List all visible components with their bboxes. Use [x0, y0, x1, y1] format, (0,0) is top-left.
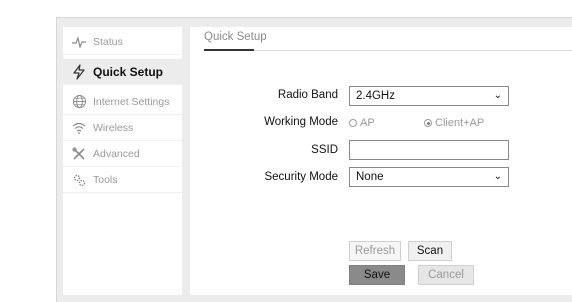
security-mode-value: None	[356, 171, 384, 183]
radio-band-label: Radio Band	[277, 89, 338, 101]
sidebar-item-wireless[interactable]: Wireless	[63, 115, 182, 141]
working-mode-client-ap-radio[interactable]: Client+AP	[424, 117, 484, 129]
sidebar-item-label: Advanced	[93, 147, 140, 160]
pulse-icon	[71, 34, 87, 50]
chevron-down-icon: ⌄	[493, 90, 502, 101]
radio-label: Client+AP	[435, 117, 485, 129]
tab-quick-setup[interactable]: Quick Setup	[204, 31, 267, 43]
ssid-label: SSID	[311, 144, 338, 156]
wifi-icon	[71, 120, 87, 136]
cancel-button[interactable]: Cancel	[418, 265, 474, 285]
refresh-button[interactable]: Refresh	[349, 241, 401, 261]
working-mode-ap-radio[interactable]: AP	[349, 117, 375, 129]
lightning-icon	[71, 63, 87, 80]
sidebar-item-label: Internet Settings	[93, 95, 170, 108]
radio-band-value: 2.4GHz	[356, 90, 395, 102]
security-mode-select[interactable]: None ⌄	[349, 167, 509, 187]
sidebar: Status Quick Setup Internet Settings Wir…	[63, 27, 182, 295]
sidebar-item-quick-setup[interactable]: Quick Setup	[63, 59, 182, 85]
radio-label: AP	[360, 117, 375, 129]
sidebar-item-label: Status	[93, 35, 123, 48]
globe-icon	[71, 94, 87, 110]
security-mode-label: Security Mode	[264, 171, 338, 183]
ssid-input[interactable]	[349, 140, 509, 160]
tools-cross-icon	[71, 146, 87, 162]
sidebar-item-label: Quick Setup	[93, 64, 164, 79]
gears-icon	[71, 172, 87, 188]
chevron-down-icon: ⌄	[493, 171, 502, 182]
main-panel: Quick Setup Radio Band 2.4GHz ⌄ Working …	[190, 27, 572, 295]
save-button[interactable]: Save	[349, 265, 405, 285]
sidebar-item-tools[interactable]: Tools	[63, 167, 182, 193]
sidebar-item-label: Wireless	[93, 121, 134, 134]
tab-active-indicator	[204, 49, 254, 51]
sidebar-item-advanced[interactable]: Advanced	[63, 141, 182, 167]
sidebar-item-internet-settings[interactable]: Internet Settings	[63, 89, 182, 115]
sidebar-item-label: Tools	[93, 173, 118, 186]
scan-button[interactable]: Scan	[408, 241, 452, 261]
working-mode-label: Working Mode	[264, 116, 338, 128]
radio-off-icon	[349, 119, 357, 127]
radio-on-icon	[424, 119, 432, 127]
tab-divider	[204, 50, 572, 51]
sidebar-item-status[interactable]: Status	[63, 29, 182, 55]
radio-band-select[interactable]: 2.4GHz ⌄	[349, 86, 509, 106]
